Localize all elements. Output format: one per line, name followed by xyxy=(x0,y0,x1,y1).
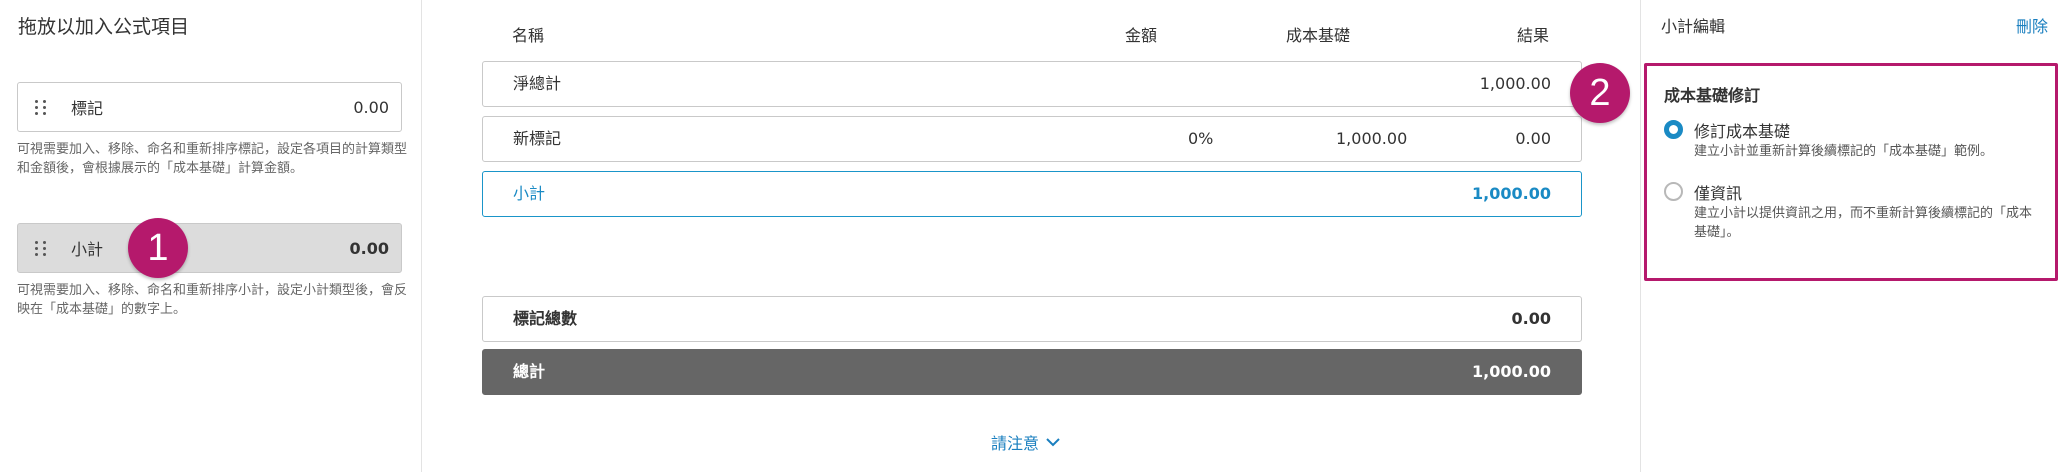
row-name: 淨總計 xyxy=(513,74,562,93)
notice-label: 請注意 xyxy=(991,434,1040,453)
item-description: 可視需要加入、移除、命名和重新排序小計，設定小計類型後，會反映在「成本基礎」的數… xyxy=(17,283,408,317)
callout-badge-1: 1 xyxy=(128,218,188,278)
row-name: 新標記 xyxy=(513,129,562,148)
markup-total-row: 標記總數 0.00 xyxy=(482,296,1582,342)
formula-items-panel: 拖放以加入公式項目 標記 0.00 可視需要加入、移除、命名和重新排序標記，設定… xyxy=(0,0,422,472)
header-name: 名稱 xyxy=(512,26,545,45)
radio-selected-icon[interactable] xyxy=(1664,120,1683,139)
formula-table: 名稱 金額 成本基礎 結果 淨總計 1,000.00 新標記 0% 1,000.… xyxy=(423,0,1639,472)
item-label: 小計 xyxy=(71,240,104,259)
panel-title: 拖放以加入公式項目 xyxy=(18,16,190,38)
row-name: 標記總數 xyxy=(513,309,578,328)
option-label: 僅資訊 xyxy=(1694,184,1743,203)
subtotal-item-card[interactable]: 小計 0.00 xyxy=(17,223,402,273)
option-description: 建立小計並重新計算後續標記的「成本基礎」範例。 xyxy=(1694,144,1994,159)
item-description: 可視需要加入、移除、命名和重新排序標記，設定各項目的計算類型和金額後，會根據展示… xyxy=(17,142,408,176)
option-info-only[interactable]: 僅資訊 建立小計以提供資訊之用，而不重新計算後續標記的「成本基礎」。 xyxy=(1664,180,2044,250)
panel-title: 小計編輯 xyxy=(1661,17,1726,36)
drag-handle-icon[interactable] xyxy=(35,240,49,256)
delete-link[interactable]: 刪除 xyxy=(2016,13,2048,37)
grand-total-row: 總計 1,000.00 xyxy=(482,349,1582,395)
table-row[interactable]: 淨總計 1,000.00 xyxy=(482,61,1582,107)
row-result: 1,000.00 xyxy=(1472,184,1551,203)
row-result: 0.00 xyxy=(1515,129,1551,148)
subtotal-editor-panel: 小計編輯 刪除 成本基礎修訂 修訂成本基礎 建立小計並重新計算後續標記的「成本基… xyxy=(1640,0,2060,472)
header-amount: 金額 xyxy=(1125,26,1158,45)
table-row[interactable]: 新標記 0% 1,000.00 0.00 xyxy=(482,116,1582,162)
cost-basis-revision-box: 成本基礎修訂 修訂成本基礎 建立小計並重新計算後續標記的「成本基礎」範例。 僅資… xyxy=(1644,63,2058,281)
markup-item-card[interactable]: 標記 0.00 xyxy=(17,82,402,132)
radio-unselected-icon[interactable] xyxy=(1664,182,1683,201)
drag-handle-icon[interactable] xyxy=(35,99,49,115)
row-result: 0.00 xyxy=(1511,309,1551,328)
notice-toggle[interactable]: 請注意 xyxy=(991,430,1061,454)
option-label: 修訂成本基礎 xyxy=(1694,122,1791,141)
row-name: 總計 xyxy=(513,362,546,381)
row-result: 1,000.00 xyxy=(1472,362,1551,381)
header-result: 結果 xyxy=(1517,26,1550,45)
header-cost-basis: 成本基礎 xyxy=(1286,26,1351,45)
option-description: 建立小計以提供資訊之用，而不重新計算後續標記的「成本基礎」。 xyxy=(1694,206,2033,240)
item-label: 標記 xyxy=(71,99,104,118)
row-name: 小計 xyxy=(513,184,546,203)
callout-badge-2: 2 xyxy=(1570,63,1630,123)
chevron-down-icon xyxy=(1046,438,1060,447)
row-result: 1,000.00 xyxy=(1479,74,1551,93)
item-value: 0.00 xyxy=(349,238,389,258)
row-cost-basis: 1,000.00 xyxy=(1336,129,1408,148)
option-revise-cost-basis[interactable]: 修訂成本基礎 建立小計並重新計算後續標記的「成本基礎」範例。 xyxy=(1664,118,2044,168)
item-value: 0.00 xyxy=(353,97,389,117)
section-title: 成本基礎修訂 xyxy=(1664,86,1761,105)
row-amount: 0% xyxy=(1188,129,1214,148)
table-row-selected[interactable]: 小計 1,000.00 xyxy=(482,171,1582,217)
